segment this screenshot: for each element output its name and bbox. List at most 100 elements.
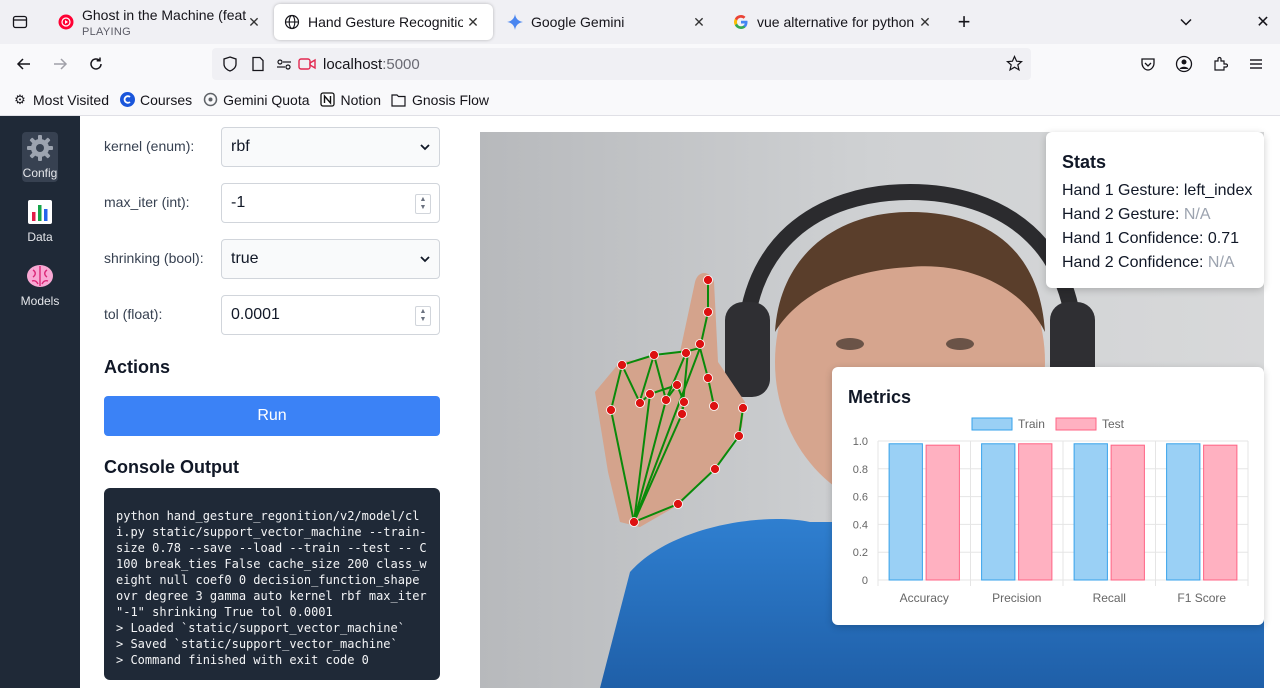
tab-vue-alternative[interactable]: vue alternative for python ✕: [723, 4, 945, 40]
console-output-heading: Console Output: [104, 457, 239, 477]
actions-heading: Actions: [104, 357, 171, 377]
reload-icon[interactable]: [82, 50, 110, 78]
youtube-music-icon: [58, 14, 74, 30]
field-label: kernel (enum):: [104, 138, 195, 154]
folder-icon: [391, 92, 407, 108]
x-tick-label: Accuracy: [900, 591, 949, 605]
new-tab-button[interactable]: +: [950, 8, 978, 36]
field-tol: tol (float): 0.0001 ▲ ▼: [104, 295, 440, 335]
y-tick-label: 0: [862, 575, 868, 587]
console-output[interactable]: python hand_gesture_regonition/v2/model/…: [104, 488, 440, 680]
tab-label: Google Gemini: [531, 14, 625, 30]
forward-arrow-icon[interactable]: [46, 50, 74, 78]
bookmark-gnosis-flow[interactable]: Gnosis Flow: [391, 92, 489, 108]
metrics-chart: 0 0.2 0.4 0.6 0.8 1.0 Accuracy Precision Recall F…: [853, 417, 1249, 605]
bookmark-star-icon[interactable]: [1005, 55, 1024, 77]
field-max-iter: max_iter (int): -1 ▲ ▼: [104, 183, 440, 223]
y-tick-label: 0.4: [853, 519, 868, 531]
legend-label: Train: [1018, 417, 1045, 431]
gear-icon: [26, 134, 54, 162]
shrinking-select[interactable]: true: [221, 239, 440, 279]
chart-bar-test: [1018, 443, 1053, 581]
extensions-icon[interactable]: [1206, 50, 1234, 78]
gemini-quota-icon: [202, 92, 218, 108]
chart-bar-test: [1110, 444, 1145, 581]
run-button[interactable]: Run: [104, 396, 440, 436]
tol-input[interactable]: 0.0001 ▲ ▼: [221, 295, 440, 335]
stats-hand1-gesture: Hand 1 Gesture: left_index: [1062, 182, 1253, 199]
metrics-card: Metrics 0 0.2 0.4 0.6 0.8 1.0 Accuracy Precisio…: [832, 367, 1264, 625]
bookmark-gemini-quota[interactable]: Gemini Quota: [202, 92, 310, 108]
console-text: python hand_gesture_regonition/v2/model/…: [116, 509, 427, 667]
y-tick-label: 0.8: [853, 464, 868, 476]
tab-ghost-in-the-machine[interactable]: Ghost in the Machine (feat PLAYING ✕: [48, 4, 272, 40]
field-kernel: kernel (enum): rbf: [104, 127, 440, 167]
gear-icon: ⚙: [14, 91, 26, 107]
y-tick-label: 1.0: [853, 436, 868, 448]
x-tick-label: F1 Score: [1177, 591, 1226, 605]
brain-icon: [26, 262, 54, 290]
chart-bar-test: [925, 444, 960, 581]
config-panel: kernel (enum): rbf max_iter (int): -1 ▲ ▼…: [80, 116, 464, 688]
chart-bar-train: [888, 443, 923, 581]
globe-icon: [284, 14, 300, 30]
permissions-icon[interactable]: [276, 56, 292, 77]
account-icon[interactable]: [1170, 50, 1198, 78]
kernel-select[interactable]: rbf: [221, 127, 440, 167]
google-icon: [733, 14, 749, 30]
stats-hand1-confidence: Hand 1 Confidence: 0.71: [1062, 230, 1240, 247]
bookmarks-toolbar: ⚙ Most Visited Courses Gemini Quota Noti…: [0, 84, 1280, 116]
stats-card: Stats Hand 1 Gesture: left_index Hand 2 …: [1046, 132, 1264, 288]
legend-swatch-test: [1055, 417, 1097, 431]
tab-google-gemini[interactable]: Google Gemini ✕: [497, 4, 719, 40]
number-stepper[interactable]: ▲ ▼: [415, 306, 431, 326]
close-window-button[interactable]: ✕: [1249, 8, 1277, 36]
shield-icon[interactable]: [222, 56, 238, 77]
courses-icon: [119, 92, 135, 108]
chevron-down-icon: [420, 256, 430, 263]
bookmark-courses[interactable]: Courses: [119, 92, 192, 108]
sidebar-item-config[interactable]: Config: [22, 132, 58, 182]
sidebar-item-models[interactable]: Models: [21, 262, 59, 308]
app-sidebar: Config Data Models: [0, 116, 80, 688]
tab-playing-label: PLAYING: [82, 26, 131, 38]
tab-bar: Ghost in the Machine (feat PLAYING ✕ Han…: [0, 0, 1280, 44]
close-icon[interactable]: ✕: [244, 12, 264, 32]
stats-hand2-confidence: Hand 2 Confidence: N/A: [1062, 254, 1235, 271]
sidebar-item-data[interactable]: Data: [22, 198, 58, 244]
field-label: shrinking (bool):: [104, 250, 204, 266]
notion-icon: [320, 92, 336, 108]
field-label: max_iter (int):: [104, 194, 190, 210]
chart-bar-train: [981, 443, 1016, 581]
url-bar[interactable]: localhost:5000: [212, 48, 1031, 80]
chart-bar-train: [1073, 443, 1108, 581]
bookmark-notion[interactable]: Notion: [320, 92, 381, 108]
close-icon[interactable]: ✕: [689, 12, 709, 32]
number-stepper[interactable]: ▲ ▼: [415, 194, 431, 214]
y-tick-label: 0.2: [853, 547, 868, 559]
chart-bar-train: [1166, 443, 1201, 581]
max-iter-input[interactable]: -1 ▲ ▼: [221, 183, 440, 223]
x-tick-label: Recall: [1093, 591, 1126, 605]
legend-label: Test: [1102, 417, 1125, 431]
list-all-tabs-icon[interactable]: [1172, 8, 1200, 36]
navigation-bar: localhost:5000: [0, 44, 1280, 84]
tab-label: Hand Gesture Recognition: [308, 14, 463, 30]
page-icon[interactable]: [250, 56, 266, 77]
legend-swatch-train: [971, 417, 1013, 431]
close-icon[interactable]: ✕: [915, 12, 935, 32]
back-arrow-icon[interactable]: [10, 50, 38, 78]
field-shrinking: shrinking (bool): true: [104, 239, 440, 279]
bar-chart-icon: [26, 198, 54, 226]
close-icon[interactable]: ✕: [463, 12, 483, 32]
camera-in-use-icon[interactable]: [298, 56, 316, 77]
tab-overview-icon[interactable]: [6, 8, 34, 36]
stats-title: Stats: [1062, 152, 1107, 172]
bookmark-most-visited[interactable]: ⚙ Most Visited: [12, 92, 109, 108]
pocket-icon[interactable]: [1134, 50, 1162, 78]
chevron-down-icon: [420, 144, 430, 151]
url-text[interactable]: localhost:5000: [323, 56, 420, 73]
tab-hand-gesture-recognition[interactable]: Hand Gesture Recognition ✕: [274, 4, 493, 40]
menu-icon[interactable]: [1242, 50, 1270, 78]
gemini-icon: [507, 14, 523, 30]
